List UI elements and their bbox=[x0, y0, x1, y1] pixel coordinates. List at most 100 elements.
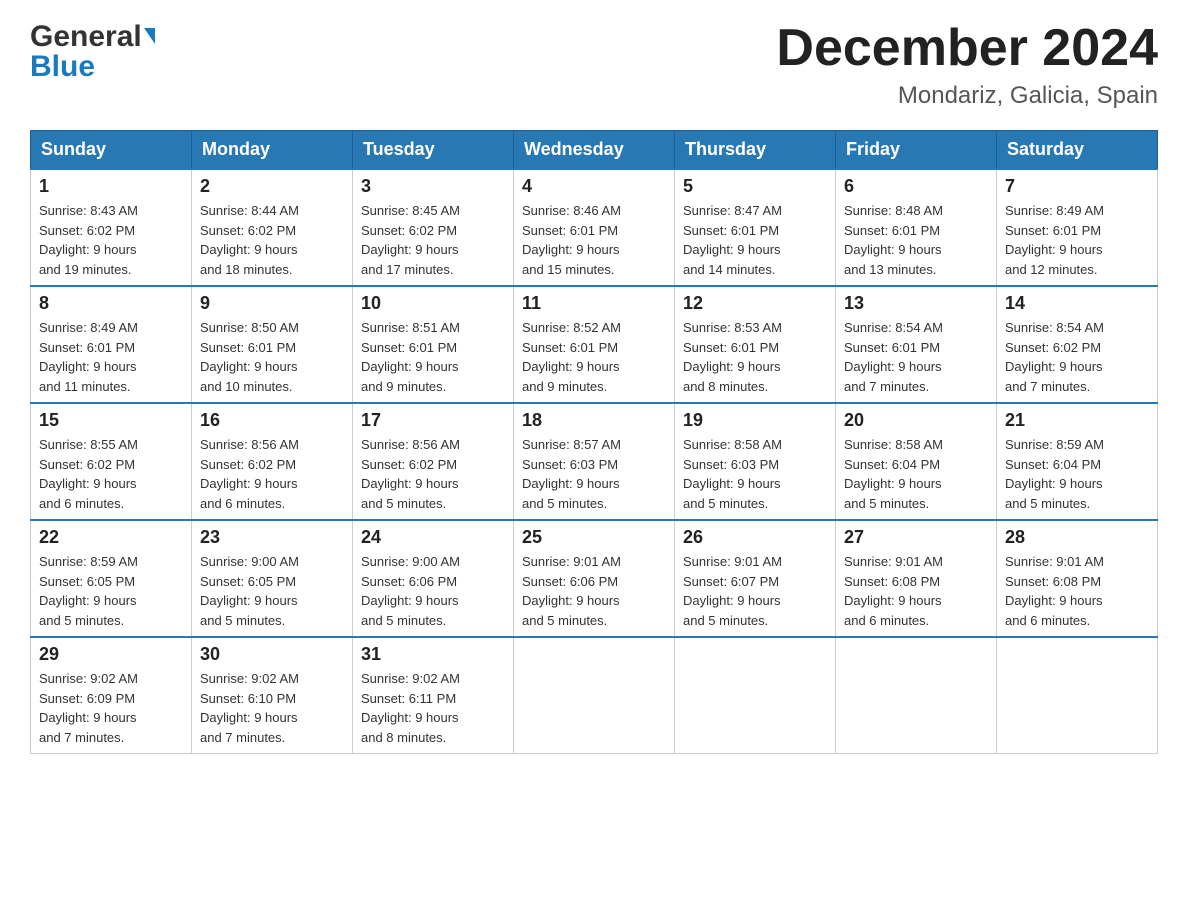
day-number: 15 bbox=[39, 410, 183, 431]
table-row: 3 Sunrise: 8:45 AM Sunset: 6:02 PM Dayli… bbox=[353, 169, 514, 286]
table-row: 29 Sunrise: 9:02 AM Sunset: 6:09 PM Dayl… bbox=[31, 637, 192, 754]
day-number: 5 bbox=[683, 176, 827, 197]
day-info: Sunrise: 8:46 AM Sunset: 6:01 PM Dayligh… bbox=[522, 201, 666, 279]
day-info: Sunrise: 9:00 AM Sunset: 6:06 PM Dayligh… bbox=[361, 552, 505, 630]
col-header-thursday: Thursday bbox=[675, 131, 836, 170]
day-info: Sunrise: 8:56 AM Sunset: 6:02 PM Dayligh… bbox=[200, 435, 344, 513]
month-title: December 2024 bbox=[776, 20, 1158, 77]
day-number: 20 bbox=[844, 410, 988, 431]
table-row: 8 Sunrise: 8:49 AM Sunset: 6:01 PM Dayli… bbox=[31, 286, 192, 403]
day-info: Sunrise: 8:47 AM Sunset: 6:01 PM Dayligh… bbox=[683, 201, 827, 279]
col-header-saturday: Saturday bbox=[997, 131, 1158, 170]
day-number: 1 bbox=[39, 176, 183, 197]
day-info: Sunrise: 8:45 AM Sunset: 6:02 PM Dayligh… bbox=[361, 201, 505, 279]
day-number: 8 bbox=[39, 293, 183, 314]
calendar-week-row: 1 Sunrise: 8:43 AM Sunset: 6:02 PM Dayli… bbox=[31, 169, 1158, 286]
table-row: 2 Sunrise: 8:44 AM Sunset: 6:02 PM Dayli… bbox=[192, 169, 353, 286]
col-header-friday: Friday bbox=[836, 131, 997, 170]
table-row: 27 Sunrise: 9:01 AM Sunset: 6:08 PM Dayl… bbox=[836, 520, 997, 637]
col-header-sunday: Sunday bbox=[31, 131, 192, 170]
day-number: 4 bbox=[522, 176, 666, 197]
table-row: 13 Sunrise: 8:54 AM Sunset: 6:01 PM Dayl… bbox=[836, 286, 997, 403]
day-info: Sunrise: 9:01 AM Sunset: 6:08 PM Dayligh… bbox=[1005, 552, 1149, 630]
logo-general-text: General bbox=[30, 20, 142, 54]
table-row: 22 Sunrise: 8:59 AM Sunset: 6:05 PM Dayl… bbox=[31, 520, 192, 637]
table-row: 6 Sunrise: 8:48 AM Sunset: 6:01 PM Dayli… bbox=[836, 169, 997, 286]
table-row: 17 Sunrise: 8:56 AM Sunset: 6:02 PM Dayl… bbox=[353, 403, 514, 520]
table-row: 31 Sunrise: 9:02 AM Sunset: 6:11 PM Dayl… bbox=[353, 637, 514, 754]
table-row: 26 Sunrise: 9:01 AM Sunset: 6:07 PM Dayl… bbox=[675, 520, 836, 637]
day-info: Sunrise: 8:43 AM Sunset: 6:02 PM Dayligh… bbox=[39, 201, 183, 279]
table-row: 1 Sunrise: 8:43 AM Sunset: 6:02 PM Dayli… bbox=[31, 169, 192, 286]
table-row: 19 Sunrise: 8:58 AM Sunset: 6:03 PM Dayl… bbox=[675, 403, 836, 520]
day-number: 17 bbox=[361, 410, 505, 431]
table-row: 16 Sunrise: 8:56 AM Sunset: 6:02 PM Dayl… bbox=[192, 403, 353, 520]
day-info: Sunrise: 8:54 AM Sunset: 6:02 PM Dayligh… bbox=[1005, 318, 1149, 396]
title-section: December 2024 Mondariz, Galicia, Spain bbox=[776, 20, 1158, 110]
day-info: Sunrise: 9:02 AM Sunset: 6:10 PM Dayligh… bbox=[200, 669, 344, 747]
table-row bbox=[836, 637, 997, 754]
day-number: 27 bbox=[844, 527, 988, 548]
table-row bbox=[514, 637, 675, 754]
day-number: 3 bbox=[361, 176, 505, 197]
day-info: Sunrise: 8:58 AM Sunset: 6:03 PM Dayligh… bbox=[683, 435, 827, 513]
day-number: 29 bbox=[39, 644, 183, 665]
day-info: Sunrise: 9:01 AM Sunset: 6:08 PM Dayligh… bbox=[844, 552, 988, 630]
day-info: Sunrise: 8:54 AM Sunset: 6:01 PM Dayligh… bbox=[844, 318, 988, 396]
day-number: 16 bbox=[200, 410, 344, 431]
day-number: 7 bbox=[1005, 176, 1149, 197]
day-number: 18 bbox=[522, 410, 666, 431]
day-number: 11 bbox=[522, 293, 666, 314]
table-row: 30 Sunrise: 9:02 AM Sunset: 6:10 PM Dayl… bbox=[192, 637, 353, 754]
table-row: 15 Sunrise: 8:55 AM Sunset: 6:02 PM Dayl… bbox=[31, 403, 192, 520]
table-row: 23 Sunrise: 9:00 AM Sunset: 6:05 PM Dayl… bbox=[192, 520, 353, 637]
day-number: 22 bbox=[39, 527, 183, 548]
day-number: 2 bbox=[200, 176, 344, 197]
day-info: Sunrise: 8:59 AM Sunset: 6:05 PM Dayligh… bbox=[39, 552, 183, 630]
col-header-wednesday: Wednesday bbox=[514, 131, 675, 170]
day-info: Sunrise: 8:49 AM Sunset: 6:01 PM Dayligh… bbox=[39, 318, 183, 396]
day-number: 24 bbox=[361, 527, 505, 548]
day-number: 9 bbox=[200, 293, 344, 314]
table-row: 7 Sunrise: 8:49 AM Sunset: 6:01 PM Dayli… bbox=[997, 169, 1158, 286]
day-info: Sunrise: 8:50 AM Sunset: 6:01 PM Dayligh… bbox=[200, 318, 344, 396]
day-number: 19 bbox=[683, 410, 827, 431]
table-row bbox=[675, 637, 836, 754]
day-number: 26 bbox=[683, 527, 827, 548]
location: Mondariz, Galicia, Spain bbox=[776, 82, 1158, 110]
day-info: Sunrise: 9:00 AM Sunset: 6:05 PM Dayligh… bbox=[200, 552, 344, 630]
day-number: 23 bbox=[200, 527, 344, 548]
day-info: Sunrise: 8:57 AM Sunset: 6:03 PM Dayligh… bbox=[522, 435, 666, 513]
table-row: 28 Sunrise: 9:01 AM Sunset: 6:08 PM Dayl… bbox=[997, 520, 1158, 637]
table-row: 11 Sunrise: 8:52 AM Sunset: 6:01 PM Dayl… bbox=[514, 286, 675, 403]
table-row: 21 Sunrise: 8:59 AM Sunset: 6:04 PM Dayl… bbox=[997, 403, 1158, 520]
logo-blue-text: Blue bbox=[30, 50, 95, 84]
day-info: Sunrise: 9:02 AM Sunset: 6:11 PM Dayligh… bbox=[361, 669, 505, 747]
day-info: Sunrise: 8:48 AM Sunset: 6:01 PM Dayligh… bbox=[844, 201, 988, 279]
day-info: Sunrise: 8:58 AM Sunset: 6:04 PM Dayligh… bbox=[844, 435, 988, 513]
day-number: 10 bbox=[361, 293, 505, 314]
table-row: 10 Sunrise: 8:51 AM Sunset: 6:01 PM Dayl… bbox=[353, 286, 514, 403]
day-info: Sunrise: 8:51 AM Sunset: 6:01 PM Dayligh… bbox=[361, 318, 505, 396]
table-row bbox=[997, 637, 1158, 754]
page-header: General Blue December 2024 Mondariz, Gal… bbox=[30, 20, 1158, 110]
col-header-monday: Monday bbox=[192, 131, 353, 170]
day-info: Sunrise: 9:01 AM Sunset: 6:06 PM Dayligh… bbox=[522, 552, 666, 630]
table-row: 24 Sunrise: 9:00 AM Sunset: 6:06 PM Dayl… bbox=[353, 520, 514, 637]
table-row: 12 Sunrise: 8:53 AM Sunset: 6:01 PM Dayl… bbox=[675, 286, 836, 403]
table-row: 9 Sunrise: 8:50 AM Sunset: 6:01 PM Dayli… bbox=[192, 286, 353, 403]
table-row: 4 Sunrise: 8:46 AM Sunset: 6:01 PM Dayli… bbox=[514, 169, 675, 286]
calendar-week-row: 22 Sunrise: 8:59 AM Sunset: 6:05 PM Dayl… bbox=[31, 520, 1158, 637]
day-info: Sunrise: 9:01 AM Sunset: 6:07 PM Dayligh… bbox=[683, 552, 827, 630]
table-row: 20 Sunrise: 8:58 AM Sunset: 6:04 PM Dayl… bbox=[836, 403, 997, 520]
day-info: Sunrise: 8:53 AM Sunset: 6:01 PM Dayligh… bbox=[683, 318, 827, 396]
day-info: Sunrise: 8:59 AM Sunset: 6:04 PM Dayligh… bbox=[1005, 435, 1149, 513]
table-row: 18 Sunrise: 8:57 AM Sunset: 6:03 PM Dayl… bbox=[514, 403, 675, 520]
calendar-table: Sunday Monday Tuesday Wednesday Thursday… bbox=[30, 130, 1158, 754]
day-number: 13 bbox=[844, 293, 988, 314]
day-number: 14 bbox=[1005, 293, 1149, 314]
logo: General Blue bbox=[30, 20, 155, 84]
calendar-header-row: Sunday Monday Tuesday Wednesday Thursday… bbox=[31, 131, 1158, 170]
day-info: Sunrise: 9:02 AM Sunset: 6:09 PM Dayligh… bbox=[39, 669, 183, 747]
table-row: 25 Sunrise: 9:01 AM Sunset: 6:06 PM Dayl… bbox=[514, 520, 675, 637]
